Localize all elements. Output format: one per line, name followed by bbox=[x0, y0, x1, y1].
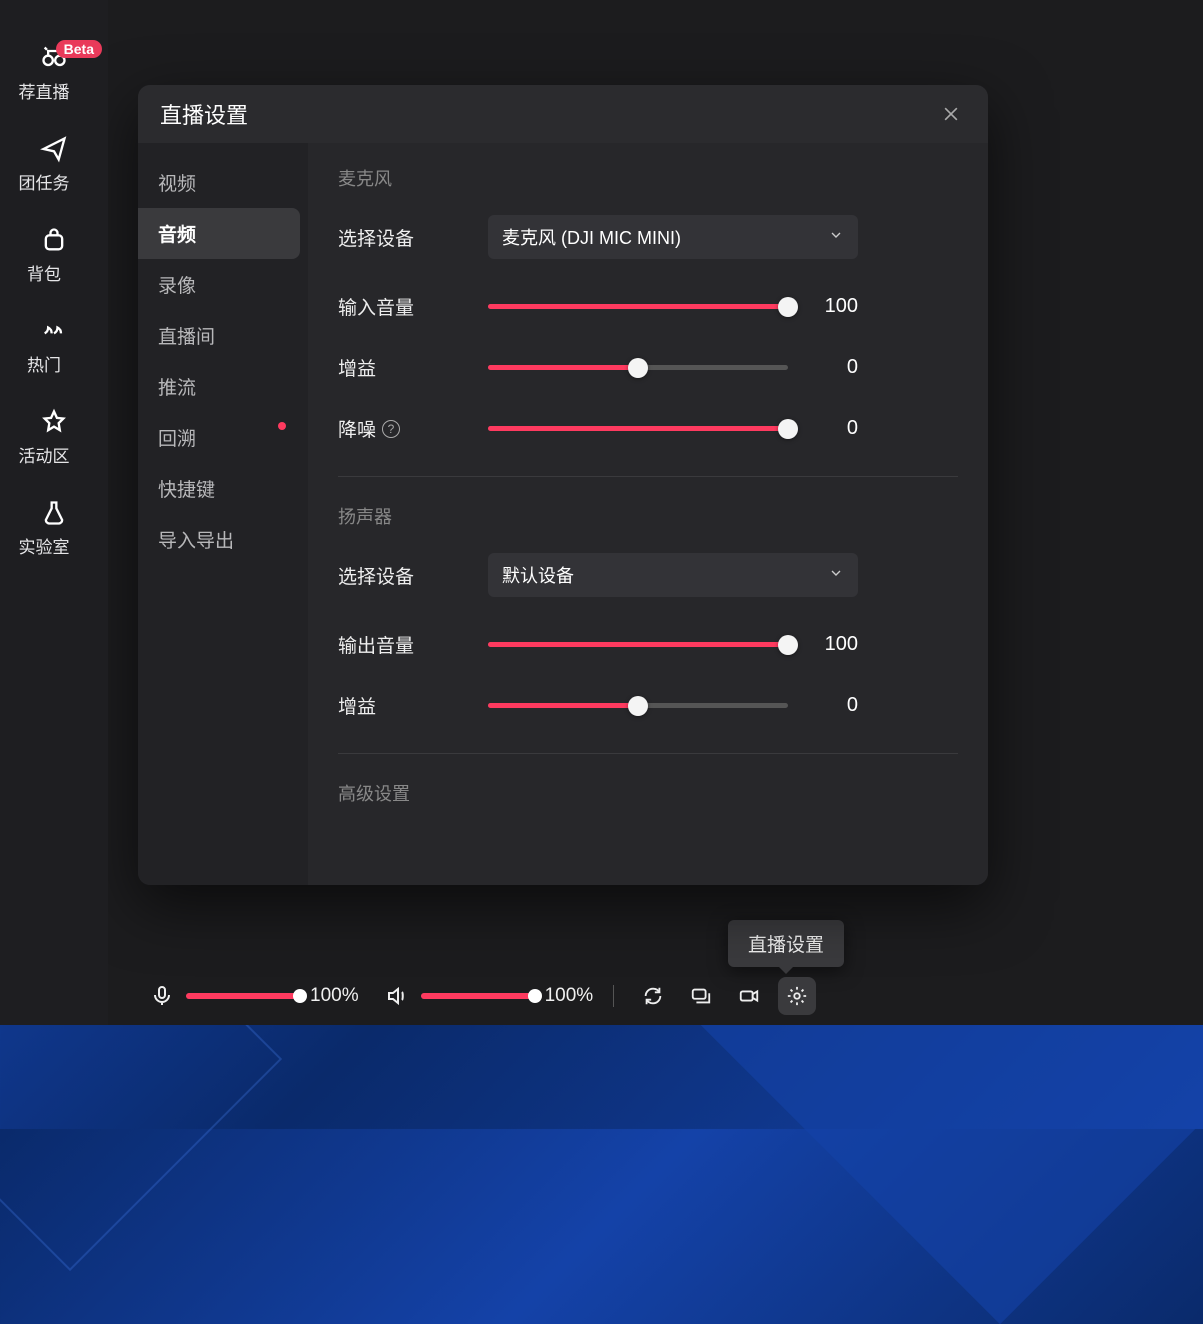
send-icon bbox=[40, 135, 68, 163]
flask-icon bbox=[40, 499, 68, 527]
tab-record[interactable]: 录像 bbox=[138, 259, 300, 310]
mic-volume-slider[interactable] bbox=[186, 993, 300, 999]
tab-stream[interactable]: 推流 bbox=[138, 361, 300, 412]
mic-icon[interactable] bbox=[148, 982, 176, 1010]
mic-gain-slider[interactable] bbox=[488, 365, 788, 370]
mic-volume-value: 100% bbox=[310, 985, 359, 1007]
main-panel: 直播设置 100% 100% 直播设置 视频 音频 录像 bbox=[108, 0, 1203, 1025]
tab-label: 音频 bbox=[158, 225, 196, 246]
tooltip-text: 直播设置 bbox=[748, 935, 824, 956]
mic-device-select[interactable]: 麦克风 (DJI MIC MINI) bbox=[488, 215, 858, 259]
select-value: 默认设备 bbox=[502, 562, 574, 588]
chevron-down-icon bbox=[828, 565, 844, 586]
tab-label: 直播间 bbox=[158, 327, 215, 348]
noise-label-text: 降噪 bbox=[338, 415, 376, 442]
tab-label: 快捷键 bbox=[158, 480, 215, 501]
mic-gain-label: 增益 bbox=[338, 354, 478, 381]
app-sidebar: Beta 荐直播 团任务 背包 热门 活动区 实验室 bbox=[0, 0, 108, 1025]
tooltip: 直播设置 bbox=[728, 920, 844, 967]
speaker-volume-slider[interactable] bbox=[421, 993, 535, 999]
mic-device-label: 选择设备 bbox=[338, 224, 478, 251]
output-volume-slider[interactable] bbox=[488, 642, 788, 647]
help-icon[interactable]: ? bbox=[382, 420, 400, 438]
dialog-title: 直播设置 bbox=[160, 98, 248, 130]
speaker-icon[interactable] bbox=[383, 982, 411, 1010]
beta-badge: Beta bbox=[56, 40, 102, 58]
notification-dot bbox=[278, 422, 286, 430]
sidebar-item-hot[interactable]: 热门 bbox=[0, 303, 108, 394]
noise-reduce-label: 降噪 ? bbox=[338, 415, 478, 442]
settings-button[interactable] bbox=[778, 977, 816, 1015]
speaker-gain-label: 增益 bbox=[338, 692, 478, 719]
sidebar-item-tasks[interactable]: 团任务 bbox=[0, 121, 108, 212]
input-volume-label: 输入音量 bbox=[338, 293, 478, 320]
noise-reduce-slider[interactable] bbox=[488, 426, 788, 431]
divider bbox=[613, 985, 614, 1007]
close-button[interactable] bbox=[936, 99, 966, 129]
tab-audio[interactable]: 音频 bbox=[138, 208, 300, 259]
section-title-mic: 麦克风 bbox=[338, 165, 958, 191]
select-value: 麦克风 (DJI MIC MINI) bbox=[502, 224, 681, 250]
sidebar-item-label: 热门 bbox=[27, 351, 61, 376]
section-title-speaker: 扬声器 bbox=[338, 503, 958, 529]
sidebar-item-lab[interactable]: 实验室 bbox=[0, 485, 108, 576]
backpack-icon bbox=[40, 226, 68, 254]
speaker-volume-value: 100% bbox=[545, 985, 594, 1007]
mic-gain-value: 0 bbox=[808, 356, 858, 379]
close-icon bbox=[941, 104, 961, 124]
speaker-device-select[interactable]: 默认设备 bbox=[488, 553, 858, 597]
chevron-down-icon bbox=[828, 227, 844, 248]
input-volume-value: 100 bbox=[808, 295, 858, 318]
divider bbox=[338, 753, 958, 754]
refresh-button[interactable] bbox=[634, 977, 672, 1015]
tab-label: 视频 bbox=[158, 174, 196, 195]
hot-icon bbox=[40, 317, 68, 345]
tab-room[interactable]: 直播间 bbox=[138, 310, 300, 361]
sidebar-item-label: 背包 bbox=[27, 260, 61, 285]
output-volume-value: 100 bbox=[808, 633, 858, 656]
sidebar-item-label: 团任务 bbox=[19, 169, 70, 194]
noise-reduce-value: 0 bbox=[808, 417, 858, 440]
bottom-toolbar: 100% 100% bbox=[108, 967, 1203, 1025]
camera-button[interactable] bbox=[730, 977, 768, 1015]
tab-video[interactable]: 视频 bbox=[138, 157, 300, 208]
speaker-device-label: 选择设备 bbox=[338, 562, 478, 589]
tab-shortcut[interactable]: 快捷键 bbox=[138, 463, 300, 514]
tab-label: 回溯 bbox=[158, 429, 196, 450]
dialog-content[interactable]: 麦克风 选择设备 麦克风 (DJI MIC MINI) 输入音量 100 bbox=[308, 143, 988, 885]
sidebar-item-label: 荐直播 bbox=[19, 78, 70, 103]
dialog-sidebar: 视频 音频 录像 直播间 推流 回溯 快捷键 导入导出 bbox=[138, 143, 308, 885]
sidebar-item-activity[interactable]: 活动区 bbox=[0, 394, 108, 485]
screen-button[interactable] bbox=[682, 977, 720, 1015]
speaker-gain-value: 0 bbox=[808, 694, 858, 717]
output-volume-label: 输出音量 bbox=[338, 631, 478, 658]
divider bbox=[338, 476, 958, 477]
tab-import-export[interactable]: 导入导出 bbox=[138, 514, 300, 565]
sidebar-item-label: 活动区 bbox=[19, 442, 70, 467]
dialog-header: 直播设置 bbox=[138, 85, 988, 143]
sidebar-item-backpack[interactable]: 背包 bbox=[0, 212, 108, 303]
tab-label: 导入导出 bbox=[158, 531, 234, 552]
speaker-gain-slider[interactable] bbox=[488, 703, 788, 708]
sidebar-item-label: 实验室 bbox=[19, 533, 70, 558]
live-settings-dialog: 直播设置 视频 音频 录像 直播间 推流 回溯 快捷键 导入导出 麦克风 选择设… bbox=[138, 85, 988, 885]
star-icon bbox=[40, 408, 68, 436]
sidebar-item-recommend-live[interactable]: Beta 荐直播 bbox=[0, 30, 108, 121]
input-volume-slider[interactable] bbox=[488, 304, 788, 309]
tab-label: 推流 bbox=[158, 378, 196, 399]
section-title-advanced: 高级设置 bbox=[338, 780, 958, 806]
tab-replay[interactable]: 回溯 bbox=[138, 412, 300, 463]
tab-label: 录像 bbox=[158, 276, 196, 297]
